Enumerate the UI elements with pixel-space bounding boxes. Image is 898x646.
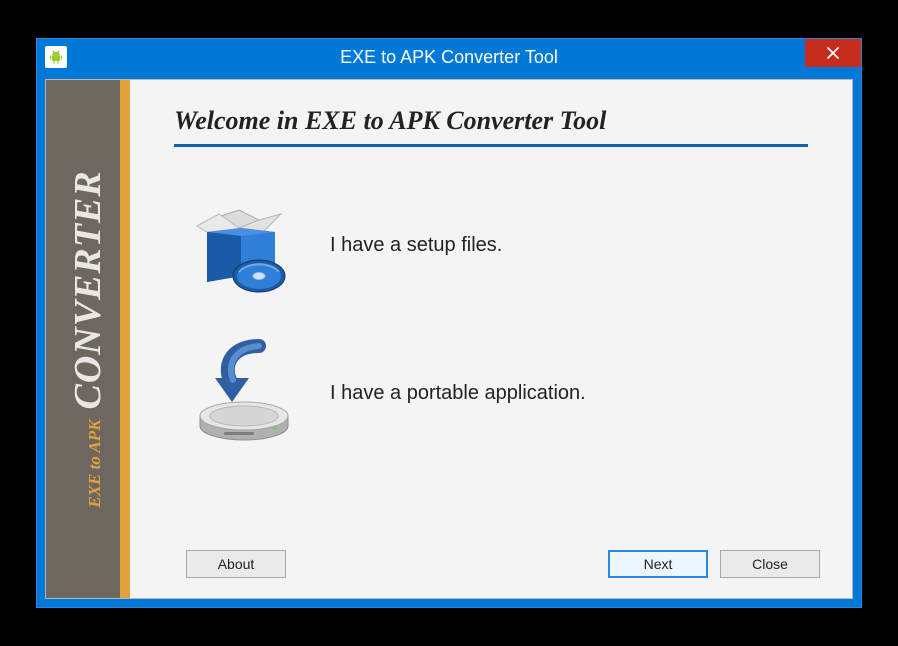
client-area: EXE to APK CONVERTER Welcome in EXE to A… <box>45 79 853 599</box>
setup-box-icon <box>188 189 300 301</box>
option-setup-files[interactable]: I have a setup files. <box>174 189 820 301</box>
option-setup-label: I have a setup files. <box>330 234 502 257</box>
close-button[interactable]: Close <box>720 550 820 578</box>
title-bar[interactable]: EXE to APK Converter Tool <box>37 39 861 75</box>
brand-text: EXE to APK CONVERTER <box>66 170 110 507</box>
sidebar-brand: EXE to APK CONVERTER <box>46 80 130 598</box>
main-panel: Welcome in EXE to APK Converter Tool <box>130 80 852 598</box>
close-icon <box>826 46 840 60</box>
next-button[interactable]: Next <box>608 550 708 578</box>
window-close-button[interactable] <box>805 39 861 67</box>
option-portable-app[interactable]: I have a portable application. <box>174 337 820 449</box>
brand-small: EXE to APK <box>85 420 105 508</box>
download-drive-icon <box>188 337 300 449</box>
app-window: EXE to APK Converter Tool EXE to APK CON… <box>36 38 862 608</box>
brand-big: CONVERTER <box>66 170 110 409</box>
button-bar: About Next Close <box>174 542 820 588</box>
sidebar-accent-stripe <box>120 80 130 598</box>
window-title: EXE to APK Converter Tool <box>37 47 861 68</box>
about-button[interactable]: About <box>186 550 286 578</box>
page-heading: Welcome in EXE to APK Converter Tool <box>174 106 808 147</box>
android-icon <box>45 46 67 68</box>
option-portable-label: I have a portable application. <box>330 382 586 405</box>
